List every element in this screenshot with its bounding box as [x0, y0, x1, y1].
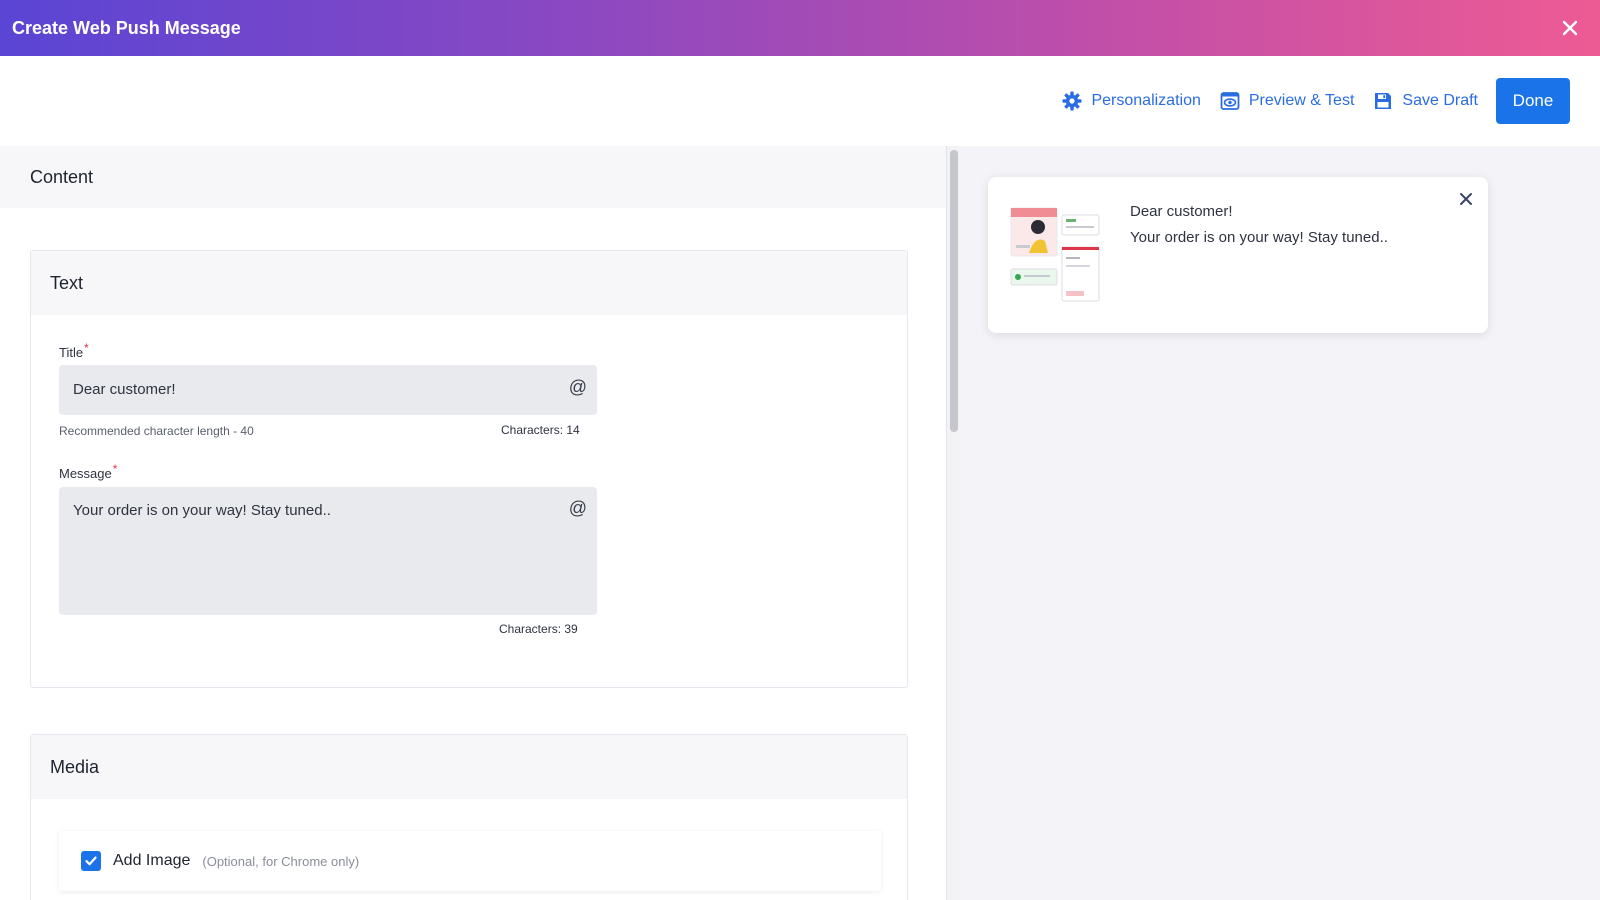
required-marker: * — [84, 341, 89, 355]
modal-title: Create Web Push Message — [12, 17, 241, 38]
title-label-text: Title — [59, 345, 84, 360]
mention-button[interactable]: @ — [569, 377, 587, 398]
close-icon — [1460, 193, 1472, 205]
eye-icon — [1219, 90, 1241, 112]
personalization-label: Personalization — [1091, 92, 1201, 109]
editor-scrollbar[interactable] — [946, 146, 960, 900]
editor-panel: Content Text Title* Dear customer! @ Rec… — [0, 146, 946, 900]
text-card-header: Text — [31, 251, 907, 315]
floppy-disk-icon — [1372, 90, 1394, 112]
required-marker: * — [112, 462, 118, 476]
close-icon — [1562, 20, 1578, 36]
save-draft-label: Save Draft — [1402, 92, 1478, 109]
media-card-header: Media — [31, 735, 907, 799]
preview-title: Dear customer! — [1130, 203, 1233, 220]
save-draft-button[interactable]: Save Draft — [1372, 90, 1478, 112]
add-image-note: (Optional, for Chrome only) — [202, 853, 360, 869]
text-card-title: Text — [50, 272, 84, 293]
modal-header: Create Web Push Message — [0, 0, 1600, 56]
media-card-title: Media — [50, 756, 100, 777]
notification-thumbnail-image — [1010, 207, 1100, 302]
preview-panel: Dear customer! Your order is on your way… — [960, 146, 1600, 900]
done-button[interactable]: Done — [1496, 78, 1570, 124]
message-textarea-value: Your order is on your way! Stay tuned.. — [73, 502, 331, 519]
message-textarea[interactable]: Your order is on your way! Stay tuned.. … — [59, 487, 597, 615]
title-char-count: Characters: 14 — [501, 423, 580, 437]
add-image-checkbox[interactable] — [81, 851, 101, 871]
add-image-label: Add Image — [113, 852, 191, 869]
preview-close-button[interactable] — [1456, 189, 1476, 209]
title-input-value: Dear customer! — [73, 381, 176, 398]
title-input[interactable]: Dear customer! @ — [59, 365, 597, 415]
preview-message: Your order is on your way! Stay tuned.. — [1130, 229, 1388, 246]
message-field-label: Message* — [59, 462, 117, 481]
add-image-row: Add Image (Optional, for Chrome only) — [59, 831, 881, 891]
scrollbar-thumb[interactable] — [950, 150, 958, 432]
action-bar: Personalization Preview & Test Save Draf… — [0, 56, 1600, 146]
mention-button[interactable]: @ — [569, 498, 587, 519]
content-section-title: Content — [30, 166, 94, 187]
message-char-count: Characters: 39 — [499, 622, 578, 636]
close-button[interactable] — [1552, 10, 1588, 46]
title-length-hint: Recommended character length - 40 — [59, 424, 254, 438]
title-field-label: Title* — [59, 341, 89, 360]
checkmark-icon — [85, 856, 97, 866]
gear-icon — [1061, 90, 1083, 112]
message-label-text: Message — [59, 466, 112, 481]
push-notification-preview: Dear customer! Your order is on your way… — [988, 177, 1488, 333]
preview-test-label: Preview & Test — [1248, 92, 1355, 109]
content-section-header: Content — [0, 146, 946, 208]
personalization-button[interactable]: Personalization — [1061, 90, 1201, 112]
preview-test-button[interactable]: Preview & Test — [1219, 90, 1355, 112]
media-card: Media Add Image (Optional, for Chrome on… — [30, 734, 908, 900]
text-card: Text Title* Dear customer! @ Recommended… — [30, 250, 908, 688]
